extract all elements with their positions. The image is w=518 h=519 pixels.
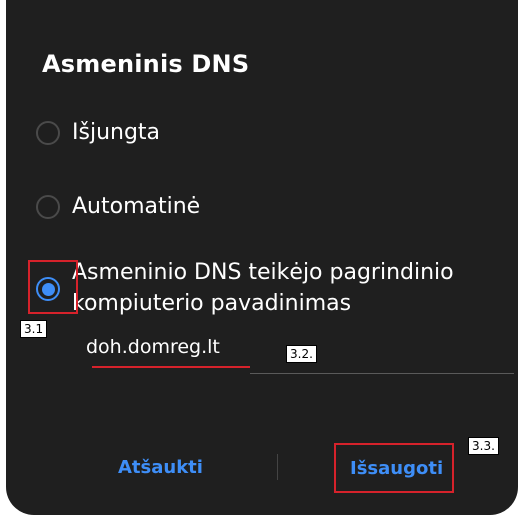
radio-off-icon[interactable]	[36, 121, 60, 145]
annotation-tag-3-3: 3.3.	[468, 437, 499, 455]
radio-highlight-box	[28, 260, 78, 314]
annotation-tag-3-1: 3.1	[20, 320, 48, 338]
option-automatic-label: Automatinė	[72, 194, 201, 219]
annotation-tag-3-2: 3.2.	[286, 345, 317, 363]
cancel-button[interactable]: Atšaukti	[118, 457, 203, 478]
option-automatic[interactable]: Automatinė	[36, 192, 200, 222]
hostname-highlight-underline	[92, 366, 250, 368]
hostname-input-underline	[250, 373, 514, 374]
radio-automatic-icon[interactable]	[36, 195, 60, 219]
hostname-input[interactable]	[86, 336, 256, 358]
save-highlight-box	[334, 443, 454, 493]
option-hostname[interactable]: Asmeninio DNS teikėjo pagrindinio kompiu…	[36, 257, 502, 319]
dialog-title: Asmeninis DNS	[42, 50, 250, 78]
option-off[interactable]: Išjungta	[36, 118, 160, 148]
option-hostname-label: Asmeninio DNS teikėjo pagrindinio kompiu…	[72, 260, 454, 316]
hostname-field-wrap	[86, 336, 386, 358]
option-off-label: Išjungta	[72, 120, 161, 145]
private-dns-dialog: Asmeninis DNS Išjungta Automatinė Asmeni…	[6, 0, 518, 515]
button-divider	[277, 454, 278, 480]
